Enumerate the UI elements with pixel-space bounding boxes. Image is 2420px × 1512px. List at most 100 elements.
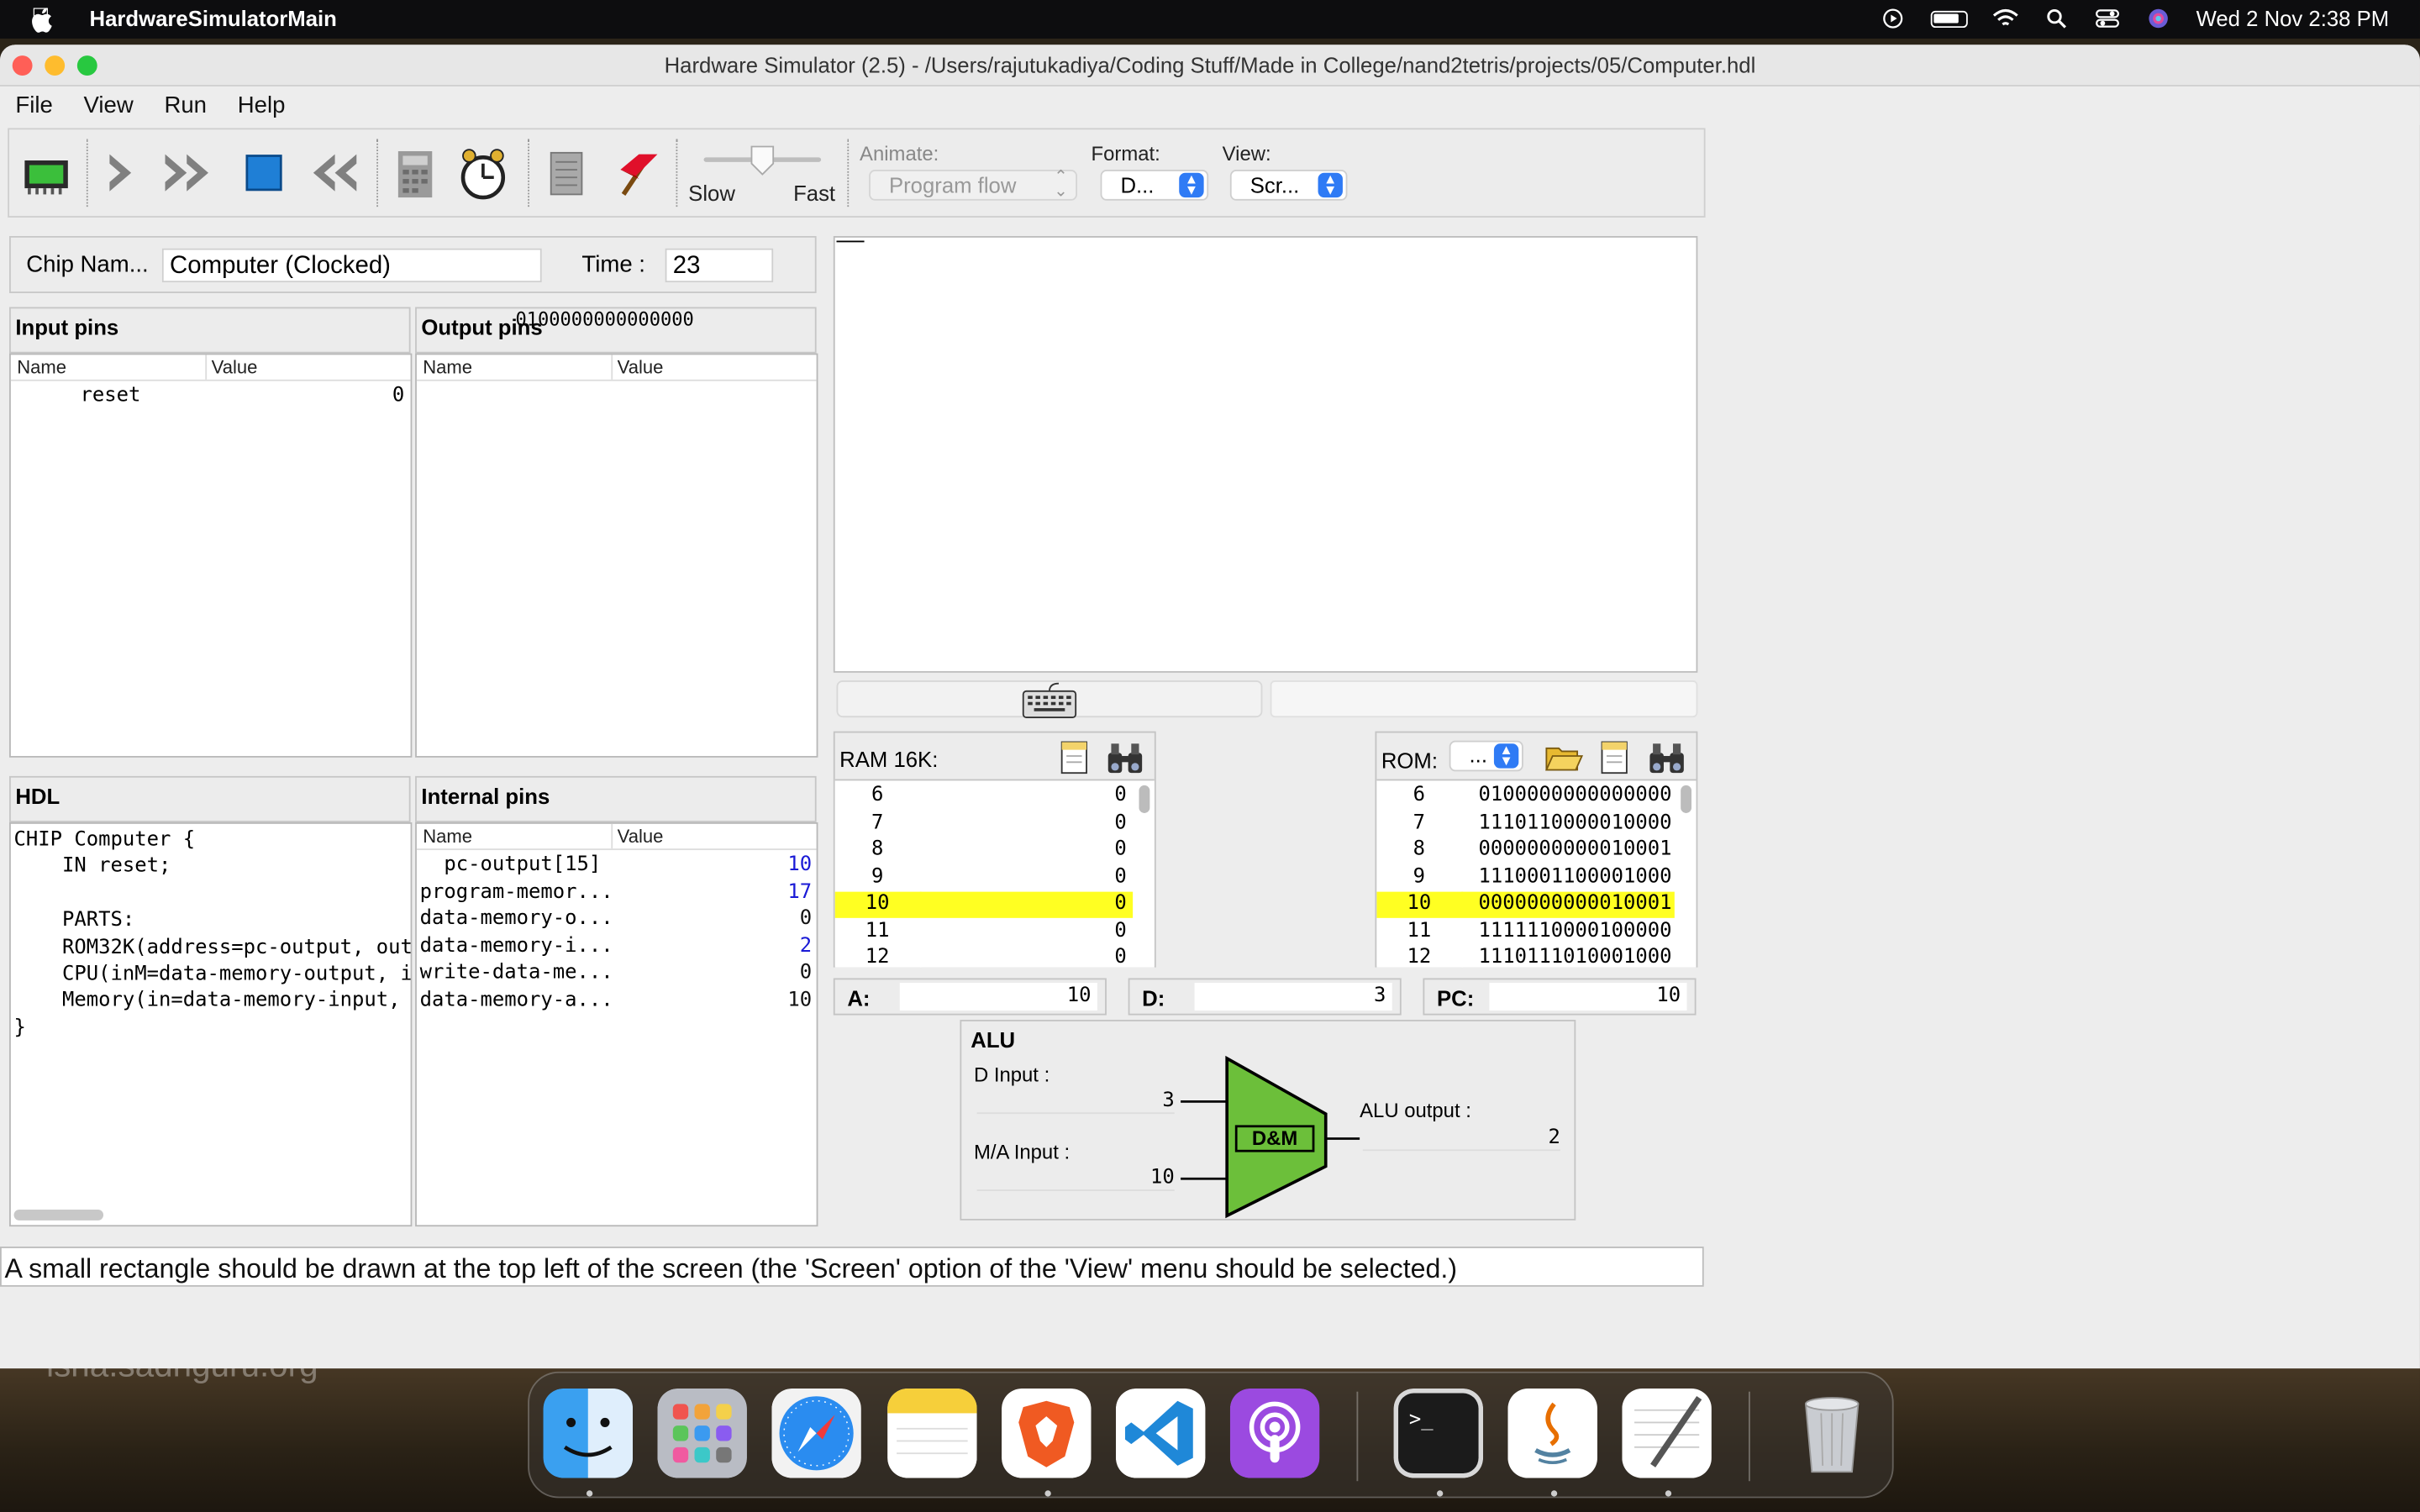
java-icon[interactable] <box>1507 1389 1597 1478</box>
finder-icon[interactable] <box>543 1389 634 1478</box>
load-file-icon[interactable] <box>1594 738 1634 778</box>
format-select[interactable]: D... ▲ ▼ <box>1100 170 1209 201</box>
memory-value[interactable]: 0 <box>1114 946 1126 968</box>
keyboard-icon[interactable] <box>1022 680 1077 721</box>
table-row[interactable]: pc-output[15] 10 <box>417 853 817 880</box>
table-row[interactable]: data-memory-o... 0 <box>417 907 817 934</box>
vscode-icon[interactable] <box>1115 1389 1206 1478</box>
memory-value[interactable]: 0 <box>1114 811 1126 834</box>
memory-value[interactable]: 0000000000010001 <box>1479 837 1672 861</box>
notes-icon[interactable] <box>887 1389 977 1478</box>
memory-value[interactable]: 0000000000010001 <box>1479 892 1672 916</box>
input-pins-table[interactable]: Name Value reset 0 <box>9 353 413 758</box>
load-file-icon[interactable] <box>1054 738 1094 778</box>
close-window-button[interactable] <box>12 55 33 76</box>
memory-row[interactable]: 9 1110001100001000 <box>1376 864 1674 890</box>
rom-scrollbar[interactable] <box>1681 785 1692 813</box>
memory-value[interactable]: 1110001100001000 <box>1479 864 1672 888</box>
safari-icon[interactable] <box>771 1389 861 1478</box>
menu-file[interactable]: File <box>0 88 68 125</box>
register-a-value[interactable]: 10 <box>899 982 1097 1011</box>
stop-icon[interactable] <box>232 142 293 203</box>
run-icon[interactable] <box>157 142 218 203</box>
memory-row[interactable]: 8 0000000000010001 <box>1376 837 1674 864</box>
speed-slider[interactable] <box>703 145 822 176</box>
memory-row[interactable]: 7 1110110000010000 <box>1376 811 1674 837</box>
textedit-icon[interactable] <box>1622 1389 1712 1478</box>
battery-icon[interactable] <box>1930 9 1968 28</box>
register-d-value[interactable]: 3 <box>1194 982 1392 1011</box>
brave-browser-icon[interactable] <box>1002 1389 1092 1478</box>
hdl-line: Memory(in=data-memory-input, l <box>13 989 413 1013</box>
memory-value[interactable]: 0 <box>1114 892 1126 916</box>
memory-row[interactable]: 11 0 <box>835 918 1133 945</box>
internal-pins-table[interactable]: Name Value pc-output[15] 10 program-memor.… <box>415 822 818 1227</box>
play-circle-icon[interactable] <box>1880 8 1906 29</box>
table-row[interactable]: data-memory-a... 10 <box>417 988 817 1015</box>
single-step-icon[interactable] <box>90 142 151 203</box>
table-row[interactable]: reset 0 <box>11 383 411 411</box>
podcasts-icon[interactable] <box>1229 1389 1320 1478</box>
memory-row[interactable]: 10 0000000000010001 <box>1376 891 1675 918</box>
table-row[interactable]: program-memor... 17 <box>417 880 817 907</box>
apple-logo-icon[interactable] <box>28 5 59 36</box>
binoculars-search-icon[interactable] <box>1645 738 1688 778</box>
active-app-name[interactable]: HardwareSimulatorMain <box>90 6 337 30</box>
menu-help[interactable]: Help <box>222 88 300 125</box>
memory-address: 6 <box>1376 784 1464 807</box>
memory-value[interactable]: 0 <box>1114 784 1126 807</box>
memory-row[interactable]: 12 1110111010001000 <box>1376 945 1674 968</box>
launchpad-icon[interactable] <box>657 1389 747 1478</box>
memory-row[interactable]: 70 <box>835 811 1133 837</box>
trash-icon[interactable] <box>1787 1389 1877 1478</box>
table-row[interactable]: data-memory-i... 2 <box>417 934 817 961</box>
menu-run[interactable]: Run <box>149 88 222 125</box>
memory-row[interactable]: 80 <box>835 837 1133 864</box>
rom-format-select-value: ... <box>1469 742 1487 767</box>
memory-row[interactable]: 60 <box>835 784 1133 810</box>
rewind-icon[interactable] <box>302 142 364 203</box>
speed-slider-thumb[interactable] <box>750 145 775 176</box>
memory-row[interactable]: 12 0 <box>835 945 1133 968</box>
menu-view[interactable]: View <box>68 88 149 125</box>
minimize-window-button[interactable] <box>45 55 66 76</box>
memory-value[interactable]: 1110111010001000 <box>1479 946 1672 968</box>
memory-row[interactable]: 90 <box>835 864 1133 890</box>
script-icon[interactable] <box>534 142 595 203</box>
menubar-clock[interactable]: Wed 2 Nov 2:38 PM <box>2196 6 2390 30</box>
memory-value[interactable]: 0 <box>1114 919 1126 942</box>
register-pc-value[interactable]: 10 <box>1489 982 1687 1011</box>
zoom-window-button[interactable] <box>76 55 97 76</box>
memory-value[interactable]: 0100000000000000 <box>1479 784 1672 807</box>
calculator-icon[interactable] <box>383 142 445 203</box>
hdl-horizontal-scrollbar[interactable] <box>13 1209 104 1221</box>
pin-value[interactable]: 0 <box>392 384 404 407</box>
memory-value[interactable]: 0 <box>1114 837 1126 861</box>
animate-select[interactable]: Program flow ⌃ ⌄ <box>869 169 1078 201</box>
memory-value[interactable]: 1111110000100000 <box>1479 919 1672 942</box>
hdl-view[interactable]: CHIP Computer { IN reset; PARTS: ROM32K(… <box>9 822 413 1227</box>
memory-row[interactable]: 10 0 <box>834 891 1134 918</box>
memory-value[interactable]: 0 <box>1114 864 1126 888</box>
table-row[interactable]: write-data-me... 0 <box>417 961 817 988</box>
memory-row[interactable]: 6 0100000000000000 <box>1376 784 1674 810</box>
breakpoints-flag-icon[interactable] <box>605 142 666 203</box>
memory-row[interactable]: 11 1111110000100000 <box>1376 918 1674 945</box>
search-icon[interactable] <box>2044 8 2070 29</box>
view-select[interactable]: Scr... ▲ ▼ <box>1229 170 1348 201</box>
terminal-icon[interactable]: >_ <box>1393 1389 1484 1478</box>
ram-table[interactable]: 6 0 7 0 8 0 9 0 10 0 11 0 12 0 <box>834 779 1155 968</box>
load-chip-icon[interactable] <box>15 142 76 203</box>
clock-icon[interactable] <box>452 142 513 203</box>
ram-scrollbar[interactable] <box>1139 785 1150 813</box>
output-pins-table[interactable]: Name Value <box>415 353 818 758</box>
control-center-icon[interactable] <box>2094 8 2120 29</box>
rom-format-select[interactable]: ... ▲ ▼ <box>1449 740 1523 772</box>
output-pins-overlay-value: 0100000000000000 <box>515 308 694 331</box>
binoculars-search-icon[interactable] <box>1103 738 1146 778</box>
open-folder-icon[interactable] <box>1544 739 1584 776</box>
memory-value[interactable]: 1110110000010000 <box>1479 811 1672 834</box>
rom-table[interactable]: 6 0100000000000000 7 1110110000010000 8 00000… <box>1376 779 1697 968</box>
siri-icon[interactable] <box>2145 8 2171 29</box>
wifi-icon[interactable] <box>1992 8 2018 29</box>
